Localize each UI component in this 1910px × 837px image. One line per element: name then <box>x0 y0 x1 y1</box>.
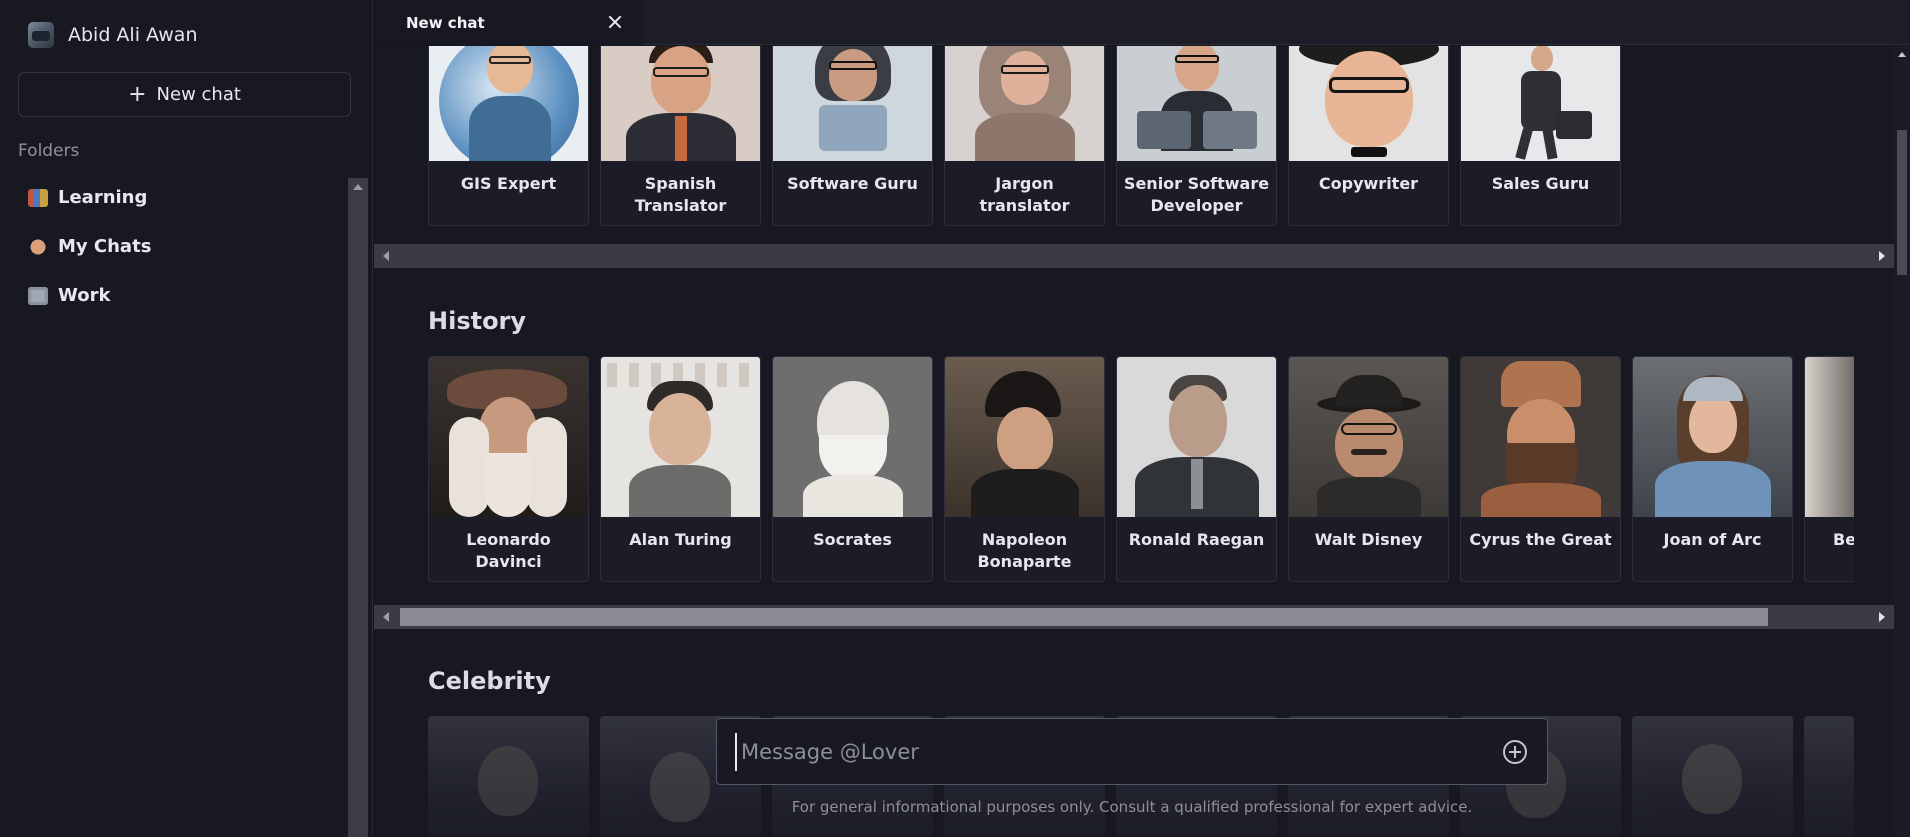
portrait <box>1461 46 1620 161</box>
tab-label: New chat <box>406 13 485 32</box>
portrait <box>429 46 588 161</box>
scroll-left-arrow-icon[interactable] <box>383 251 389 261</box>
scrollbar-thumb[interactable] <box>1897 130 1907 275</box>
portrait <box>1289 357 1448 517</box>
portrait <box>1117 357 1276 517</box>
persona-card-sales-guru[interactable]: Sales Guru <box>1460 46 1621 226</box>
new-chat-label: New chat <box>156 84 241 105</box>
scroll-right-arrow-icon[interactable] <box>1879 612 1885 622</box>
persona-card-alan-turing[interactable]: Alan Turing <box>600 356 761 582</box>
portrait <box>945 46 1104 161</box>
persona-name: Software Guru <box>787 174 918 193</box>
avatar <box>28 22 54 48</box>
persona-name: Walt Disney <box>1314 530 1423 549</box>
portrait <box>1117 46 1276 161</box>
folder-label: Learning <box>58 187 148 208</box>
user-profile[interactable]: Abid Ali Awan <box>28 22 197 48</box>
new-chat-button[interactable]: + New chat <box>18 72 351 117</box>
sidebar-scrollbar[interactable] <box>348 178 368 837</box>
scroll-right-arrow-icon[interactable] <box>1879 251 1885 261</box>
persona-card-leonardo-davinci[interactable]: Leonardo Davinci <box>428 356 589 582</box>
persona-card-gis-expert[interactable]: GIS Expert <box>428 46 589 226</box>
scrollbar-thumb[interactable] <box>400 608 1768 626</box>
persona-card-joan-of-arc[interactable]: Joan of Arc <box>1632 356 1793 582</box>
portrait <box>1461 357 1620 517</box>
persona-card-celebrity[interactable] <box>428 716 589 836</box>
persona-card-software-guru[interactable]: Software Guru <box>772 46 933 226</box>
persona-name: Leonardo Davinci <box>466 530 551 571</box>
persona-name: Ronald Raegan <box>1128 530 1265 549</box>
persona-name: GIS Expert <box>460 174 557 193</box>
persona-name: Jargon translator <box>979 174 1070 215</box>
portrait <box>1805 357 1854 517</box>
section-title-history: History <box>428 307 527 335</box>
persona-name: Senior Software Developer <box>1123 174 1270 215</box>
persona-name: Socrates <box>813 530 892 549</box>
message-input[interactable] <box>735 733 1475 771</box>
portrait <box>773 46 932 161</box>
disclaimer-text: For general informational purposes only.… <box>791 798 1473 816</box>
persona-card-partial[interactable]: Be <box>1804 356 1854 582</box>
folder-learning[interactable]: Learning <box>28 187 147 208</box>
folder-my-chats[interactable]: My Chats <box>28 236 151 257</box>
plus-icon: + <box>128 81 147 107</box>
persona-card-napoleon-bonaparte[interactable]: Napoleon Bonaparte <box>944 356 1105 582</box>
persona-name: Copywriter <box>1318 174 1419 193</box>
main-scrollbar[interactable] <box>1894 46 1910 837</box>
portrait <box>773 357 932 517</box>
tab-bar: New chat <box>374 0 1910 45</box>
persona-card-ronald-raegan[interactable]: Ronald Raegan <box>1116 356 1277 582</box>
persona-card-jargon-translator[interactable]: Jargon translator <box>944 46 1105 226</box>
books-icon <box>28 188 48 207</box>
scroll-up-arrow-icon[interactable] <box>1898 52 1906 57</box>
portrait <box>945 357 1104 517</box>
section-title-celebrity: Celebrity <box>428 667 551 695</box>
persona-name: Sales Guru <box>1491 174 1590 193</box>
tab-new-chat[interactable]: New chat <box>374 0 644 45</box>
close-icon[interactable] <box>604 11 626 33</box>
scroll-left-arrow-icon[interactable] <box>383 612 389 622</box>
persona-card-copywriter[interactable]: Copywriter <box>1288 46 1449 226</box>
persona-card-celebrity[interactable] <box>1804 716 1854 836</box>
persona-card-senior-software-developer[interactable]: Senior Software Developer <box>1116 46 1277 226</box>
persona-name: Napoleon Bonaparte <box>977 530 1072 571</box>
scroll-up-arrow-icon[interactable] <box>353 184 363 190</box>
persona-name: Joan of Arc <box>1663 530 1762 549</box>
portrait <box>429 357 588 517</box>
pointing-hand-icon <box>28 237 48 256</box>
persona-name: Cyrus the Great <box>1469 530 1612 549</box>
folder-label: My Chats <box>58 236 152 257</box>
portrait <box>601 357 760 517</box>
horizontal-scrollbar-history[interactable] <box>374 605 1894 629</box>
persona-card-walt-disney[interactable]: Walt Disney <box>1288 356 1449 582</box>
horizontal-scrollbar-top[interactable] <box>374 244 1894 268</box>
persona-card-cyrus-the-great[interactable]: Cyrus the Great <box>1460 356 1621 582</box>
persona-card-celebrity[interactable] <box>1632 716 1793 836</box>
persona-name: Spanish Translator <box>634 174 727 215</box>
folder-work[interactable]: Work <box>28 285 110 306</box>
folders-heading: Folders <box>18 141 80 161</box>
office-building-icon <box>28 286 48 305</box>
folder-label: Work <box>58 285 111 306</box>
portrait <box>1633 357 1792 517</box>
user-name: Abid Ali Awan <box>68 24 198 46</box>
persona-card-spanish-translator[interactable]: Spanish Translator <box>600 46 761 226</box>
persona-name: Be <box>1833 530 1854 549</box>
portrait <box>601 46 760 161</box>
persona-card-socrates[interactable]: Socrates <box>772 356 933 582</box>
persona-name: Alan Turing <box>629 530 732 549</box>
sidebar: Abid Ali Awan + New chat Folders Learnin… <box>0 0 373 837</box>
portrait <box>1289 46 1448 161</box>
message-composer <box>716 718 1548 785</box>
add-circle-icon[interactable] <box>1503 740 1527 764</box>
